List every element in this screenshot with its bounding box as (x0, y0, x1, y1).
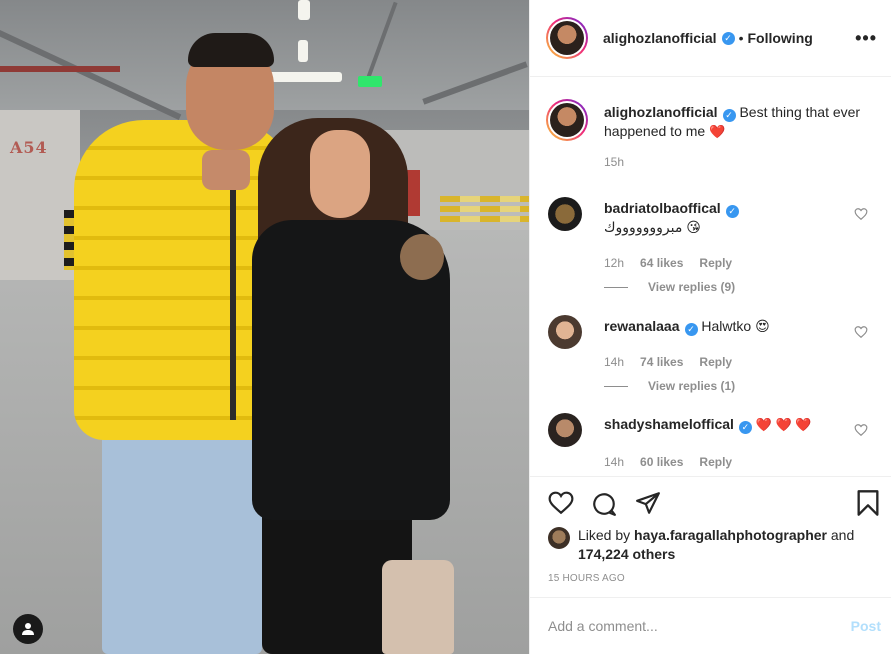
author-avatar-image (550, 21, 584, 55)
man-jeans (102, 420, 262, 654)
liked-by-label: Liked by (578, 527, 631, 543)
exit-sign (358, 76, 382, 87)
more-options-icon[interactable]: ••• (855, 28, 877, 49)
likes-text: Liked by haya.faragallahphotographer and… (578, 526, 888, 564)
post-timestamp[interactable]: 15 HOURS AGO (548, 573, 625, 584)
comment-text: Halwtko (701, 318, 752, 334)
comment-text: مبروووووووك (604, 219, 683, 235)
caption-username[interactable]: alighozlanofficial (604, 104, 718, 120)
view-replies-button[interactable]: View replies (9) (604, 280, 735, 294)
hearts-emoji: ❤️ ❤️ ❤️ (755, 417, 812, 432)
commenter-avatar[interactable] (548, 197, 582, 231)
comment-time[interactable]: 12h (604, 256, 624, 270)
reply-button[interactable]: Reply (699, 355, 732, 369)
parking-spot-label: A54 (10, 138, 48, 157)
red-heart-emoji: ❤️ (709, 124, 726, 139)
instagram-post-modal: A54 alighozlanofficial ✓ • Following •••… (0, 0, 891, 654)
commenter-username[interactable]: rewanalaaa (604, 318, 680, 334)
commenter-username[interactable]: badriatolbaoffical (604, 200, 721, 216)
verified-badge-icon: ✓ (721, 31, 735, 45)
view-replies-label: View replies (9) (648, 280, 736, 294)
heart-eyes-emoji: 😍 (755, 318, 770, 334)
woman-fur-hood (400, 234, 444, 280)
woman-face (310, 130, 370, 218)
comment-body: shadyshameloffical ✓ ❤️ ❤️ ❤️ (604, 415, 854, 434)
user-tag-button[interactable] (13, 614, 43, 644)
comment-time[interactable]: 14h (604, 455, 624, 469)
separator-dot: • (738, 30, 744, 46)
reply-button[interactable]: Reply (699, 256, 732, 270)
action-bar (530, 476, 891, 521)
author-avatar[interactable] (546, 17, 588, 59)
comment-bubble-icon[interactable] (591, 491, 617, 517)
verified-badge-icon: ✓ (722, 109, 736, 122)
post-side-panel: alighozlanofficial ✓ • Following ••• ali… (529, 0, 891, 654)
add-comment-input[interactable] (548, 618, 818, 634)
man-neck (202, 150, 250, 190)
replies-line (604, 286, 628, 288)
caption-text: alighozlanofficial ✓ Best thing that ever… (604, 103, 874, 141)
following-button[interactable]: Following (747, 30, 812, 46)
post-header: alighozlanofficial ✓ • Following ••• (530, 0, 891, 77)
post-comment-button[interactable]: Post (851, 618, 881, 634)
share-paper-plane-icon[interactable] (635, 491, 661, 515)
comment-likes[interactable]: 64 likes (640, 256, 683, 270)
ceiling-light (298, 0, 310, 20)
liker-username[interactable]: haya.faragallahphotographer (634, 527, 827, 543)
commenter-username[interactable]: shadyshameloffical (604, 416, 734, 432)
likes-count-others[interactable]: 174,224 others (578, 546, 675, 562)
comment-body: badriatolbaoffical ✓ مبروووووووك 😘 (604, 199, 854, 237)
caption-avatar-image (550, 103, 584, 137)
reply-button[interactable]: Reply (699, 455, 732, 469)
like-comment-heart-icon[interactable] (854, 207, 868, 221)
caption-time[interactable]: 15h (604, 155, 624, 169)
handbag (382, 560, 454, 654)
comment-body: rewanalaaa ✓ Halwtko 😍 (604, 317, 854, 336)
author-username[interactable]: alighozlanofficial (603, 30, 717, 46)
man-hair (188, 33, 274, 67)
comment-meta: 14h 60 likes Reply (604, 455, 748, 469)
comment-likes[interactable]: 60 likes (640, 455, 683, 469)
ceiling-light (266, 72, 342, 82)
comments-list[interactable]: alighozlanofficial ✓ Best thing that ever… (530, 77, 891, 475)
like-comment-heart-icon[interactable] (854, 423, 868, 437)
barrier-stripe (440, 206, 529, 212)
ceiling-pipe (0, 66, 120, 72)
verified-badge-icon: ✓ (738, 421, 752, 434)
comment-time[interactable]: 14h (604, 355, 624, 369)
comment-composer: Post (530, 597, 891, 654)
striped-pole (64, 210, 74, 270)
replies-line (604, 385, 628, 387)
verified-badge-icon: ✓ (725, 205, 739, 218)
jacket-zipper (230, 190, 236, 420)
verified-badge-icon: ✓ (684, 323, 698, 336)
barrier-stripe (440, 196, 529, 202)
view-replies-button[interactable]: View replies (1) (604, 379, 735, 393)
post-photo[interactable]: A54 (0, 0, 529, 654)
save-bookmark-icon[interactable] (856, 489, 880, 517)
like-heart-icon[interactable] (548, 491, 574, 515)
comment-meta: 14h 74 likes Reply (604, 355, 748, 369)
commenter-avatar[interactable] (548, 315, 582, 349)
comment-likes[interactable]: 74 likes (640, 355, 683, 369)
likes-and-label: and (830, 527, 855, 543)
barrier-stripe (440, 216, 529, 222)
comment-meta: 12h 64 likes Reply (604, 256, 748, 270)
kiss-emoji: 😘 (686, 219, 701, 235)
liker-avatar[interactable] (548, 527, 570, 549)
person-icon (22, 623, 34, 635)
ceiling-light (298, 40, 308, 62)
view-replies-label: View replies (1) (648, 379, 736, 393)
like-comment-heart-icon[interactable] (854, 325, 868, 339)
caption-author-avatar[interactable] (546, 99, 588, 141)
commenter-avatar[interactable] (548, 413, 582, 447)
